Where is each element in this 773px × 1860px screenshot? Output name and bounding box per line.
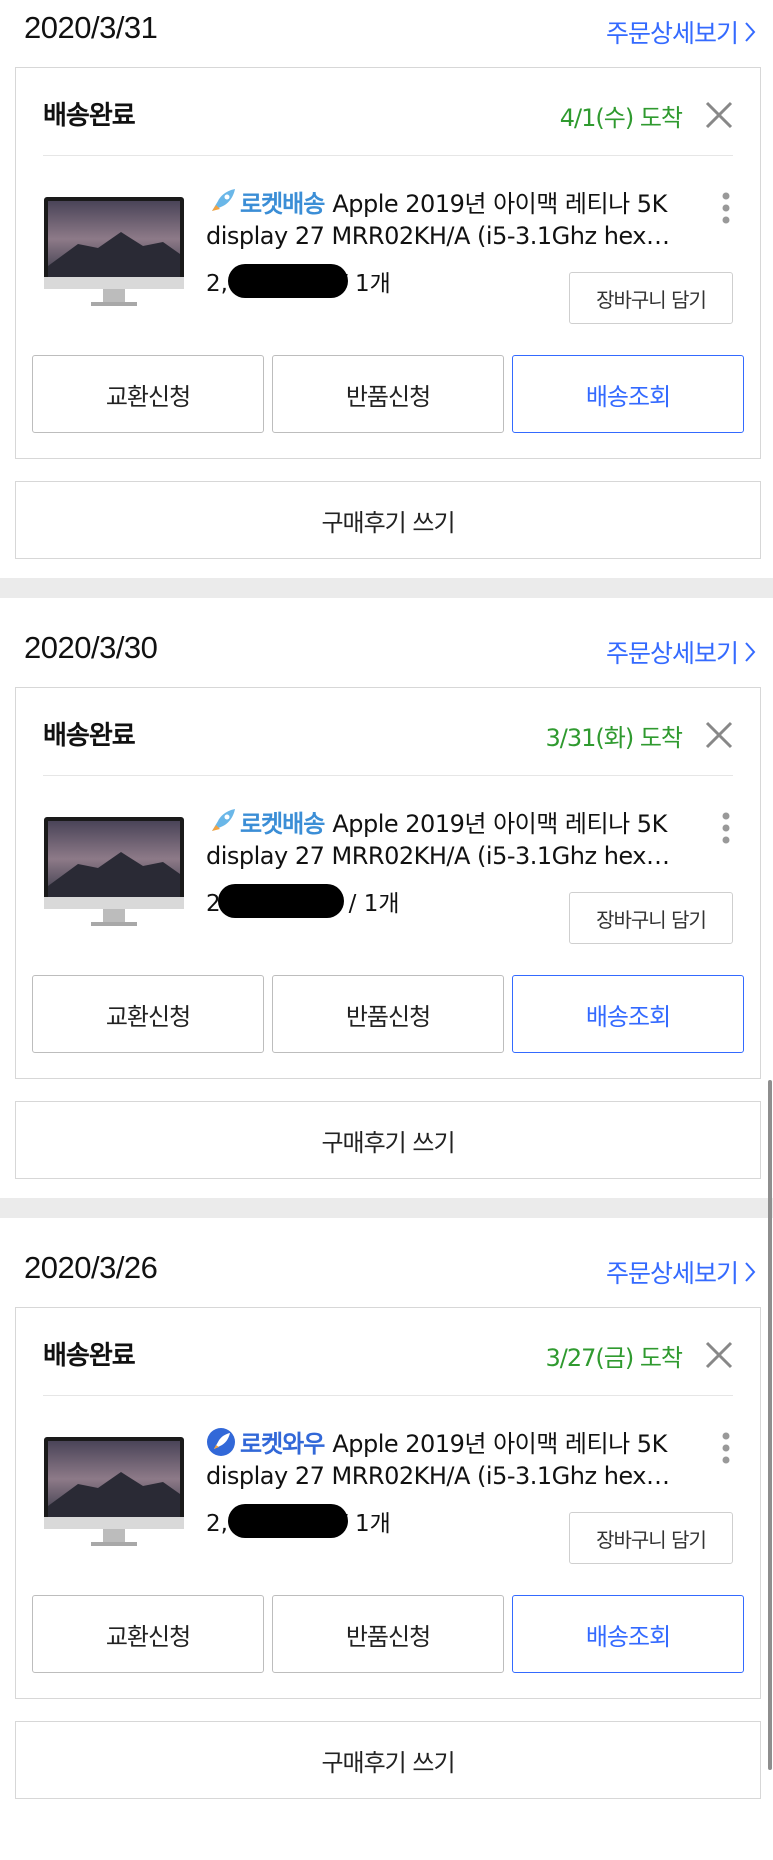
order-date: 2020/3/31: [24, 10, 158, 45]
order-card: 배송완료 3/31(화) 도착 로켓배송 Apple 2019년 아이맥 레티나…: [15, 687, 761, 1079]
delivery-status: 배송완료: [43, 1341, 136, 1371]
order-actions: 교환신청 반품신청 배송조회: [32, 1595, 744, 1673]
order-actions: 교환신청 반품신청 배송조회: [32, 975, 744, 1053]
chevron-right-icon: [745, 1262, 756, 1282]
add-to-cart-button[interactable]: 장바구니 담기: [569, 272, 733, 324]
return-request-button[interactable]: 반품신청: [272, 355, 504, 433]
rocket-wow-badge: 로켓와우: [240, 1430, 325, 1458]
rocket-wow-icon: [207, 1427, 235, 1456]
order-detail-link[interactable]: 주문상세보기: [606, 1254, 756, 1290]
exchange-request-button[interactable]: 교환신청: [32, 975, 264, 1053]
close-icon[interactable]: [703, 1339, 735, 1371]
price-text: 2,: [206, 1511, 228, 1537]
order-group: 2020/3/30 주문상세보기 배송완료 3/31(화) 도착 로켓배송 Ap…: [0, 620, 773, 1240]
add-to-cart-button[interactable]: 장바구니 담기: [569, 1512, 733, 1564]
product-thumbnail[interactable]: [43, 1436, 185, 1548]
order-date: 2020/3/26: [24, 1250, 158, 1285]
product-thumbnail[interactable]: [43, 816, 185, 928]
rocket-delivery-badge: 로켓배송: [240, 810, 325, 838]
arrival-date: 4/1(수) 도착: [559, 104, 683, 132]
section-separator: [0, 578, 773, 598]
delivery-status: 배송완료: [43, 101, 136, 131]
write-review-button[interactable]: 구매후기 쓰기: [15, 1721, 761, 1799]
order-detail-link[interactable]: 주문상세보기: [606, 14, 756, 50]
return-request-button[interactable]: 반품신청: [272, 975, 504, 1053]
track-delivery-button[interactable]: 배송조회: [512, 975, 744, 1053]
more-options-icon[interactable]: [720, 190, 732, 226]
close-icon[interactable]: [703, 719, 735, 751]
chevron-right-icon: [745, 22, 756, 42]
divider: [43, 775, 733, 776]
order-detail-label: 주문상세보기: [605, 19, 739, 48]
order-group: 2020/3/26 주문상세보기 배송완료 3/27(금) 도착 로켓와우 Ap…: [0, 1240, 773, 1860]
add-to-cart-button[interactable]: 장바구니 담기: [569, 892, 733, 944]
divider: [43, 155, 733, 156]
redacted-price: [218, 884, 344, 918]
arrival-date: 3/27(금) 도착: [545, 1344, 683, 1372]
arrival-date: 3/31(화) 도착: [545, 724, 683, 752]
redacted-price: [228, 1504, 348, 1538]
chevron-right-icon: [745, 642, 756, 662]
write-review-button[interactable]: 구매후기 쓰기: [15, 1101, 761, 1179]
product-title-text: Apple 2019년 아이맥 레티나 5K: [332, 810, 667, 838]
order-card: 배송완료 3/27(금) 도착 로켓와우 Apple 2019년 아이맥 레티나…: [15, 1307, 761, 1699]
order-date: 2020/3/30: [24, 630, 158, 665]
product-title-text: Apple 2019년 아이맥 레티나 5K: [332, 1430, 667, 1458]
rocket-icon: [212, 808, 235, 831]
rocket-icon: [212, 188, 235, 211]
product-title-line1[interactable]: 로켓와우 Apple 2019년 아이맥 레티나 5K: [206, 1424, 706, 1459]
product-title-text: Apple 2019년 아이맥 레티나 5K: [332, 190, 667, 218]
exchange-request-button[interactable]: 교환신청: [32, 1595, 264, 1673]
price-text: 2,: [206, 271, 228, 297]
product-title-line1[interactable]: 로켓배송 Apple 2019년 아이맥 레티나 5K: [206, 804, 706, 839]
quantity-text: / 1개: [348, 891, 400, 917]
product-title-line2[interactable]: display 27 MRR02KH/A (i5-3.1Ghz hex…: [206, 842, 716, 870]
product-title-line1[interactable]: 로켓배송 Apple 2019년 아이맥 레티나 5K: [206, 184, 706, 219]
delivery-status: 배송완료: [43, 721, 136, 751]
track-delivery-button[interactable]: 배송조회: [512, 355, 744, 433]
return-request-button[interactable]: 반품신청: [272, 1595, 504, 1673]
more-options-icon[interactable]: [720, 810, 732, 846]
product-title-line2[interactable]: display 27 MRR02KH/A (i5-3.1Ghz hex…: [206, 222, 716, 250]
scrollbar[interactable]: [768, 1080, 772, 1770]
product-title-line2[interactable]: display 27 MRR02KH/A (i5-3.1Ghz hex…: [206, 1462, 716, 1490]
write-review-button[interactable]: 구매후기 쓰기: [15, 481, 761, 559]
section-separator: [0, 1198, 773, 1218]
more-options-icon[interactable]: [720, 1430, 732, 1466]
close-icon[interactable]: [703, 99, 735, 131]
redacted-price: [228, 264, 348, 298]
order-detail-label: 주문상세보기: [605, 639, 739, 668]
track-delivery-button[interactable]: 배송조회: [512, 1595, 744, 1673]
exchange-request-button[interactable]: 교환신청: [32, 355, 264, 433]
order-group: 2020/3/31 주문상세보기 배송완료 4/1(수) 도착 로켓배송 App…: [0, 0, 773, 620]
order-detail-label: 주문상세보기: [605, 1259, 739, 1288]
divider: [43, 1395, 733, 1396]
order-card: 배송완료 4/1(수) 도착 로켓배송 Apple 2019년 아이맥 레티나 …: [15, 67, 761, 459]
product-thumbnail[interactable]: [43, 196, 185, 308]
rocket-delivery-badge: 로켓배송: [240, 190, 325, 218]
order-actions: 교환신청 반품신청 배송조회: [32, 355, 744, 433]
order-detail-link[interactable]: 주문상세보기: [606, 634, 756, 670]
